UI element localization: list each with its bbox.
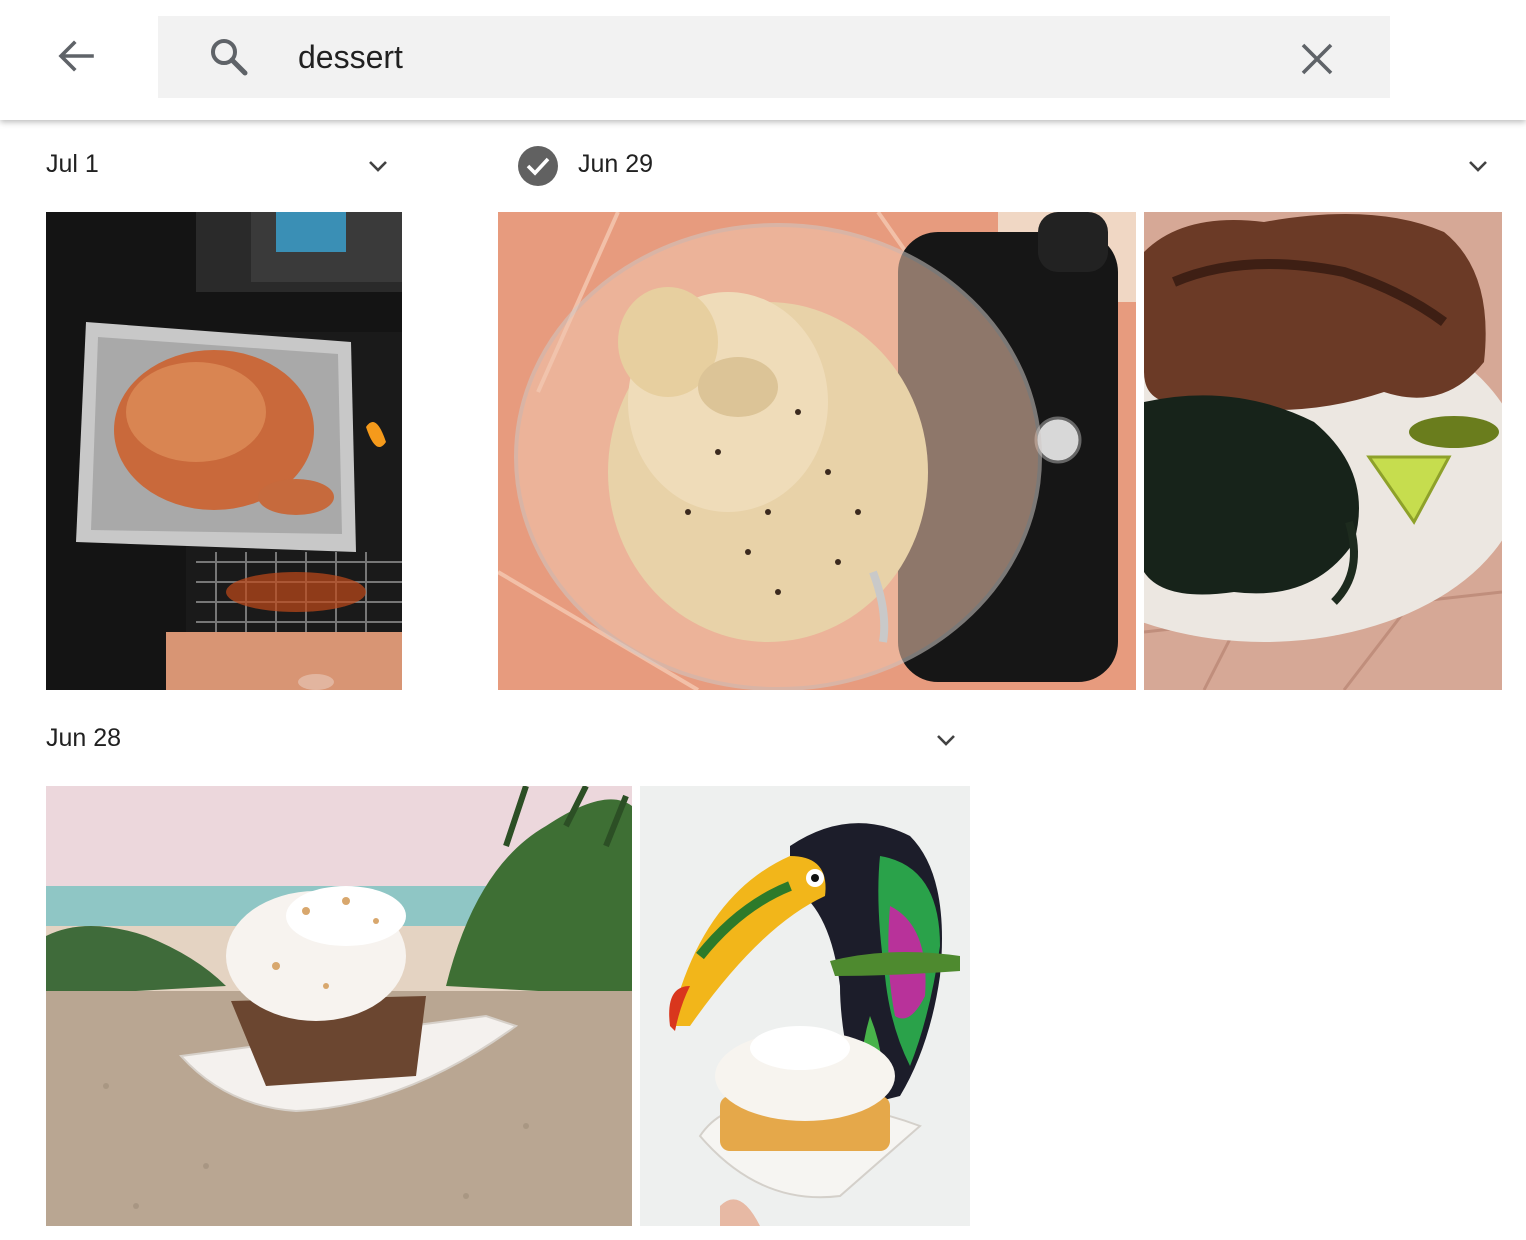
date-header-jun-29: Jun 29 — [578, 150, 654, 178]
close-icon — [1301, 43, 1333, 75]
clear-search-button[interactable] — [1296, 38, 1338, 80]
search-input[interactable] — [298, 30, 1248, 84]
chevron-down-icon[interactable] — [1466, 154, 1490, 178]
back-button[interactable] — [44, 24, 108, 88]
chevron-down-icon[interactable] — [366, 154, 390, 178]
search-box[interactable] — [158, 16, 1390, 98]
date-header-jun-28: Jun 28 — [46, 724, 122, 752]
arrow-back-icon — [58, 40, 94, 72]
check-circle-icon[interactable] — [517, 145, 559, 187]
app-bar — [0, 0, 1526, 120]
chevron-down-icon[interactable] — [934, 728, 958, 752]
photo-thumbnail[interactable] — [640, 786, 970, 1226]
search-icon — [211, 39, 248, 76]
photo-thumbnail[interactable] — [498, 212, 1136, 690]
date-header-jul-1: Jul 1 — [46, 150, 99, 178]
photo-thumbnail[interactable] — [1144, 212, 1502, 690]
photo-thumbnail[interactable] — [46, 786, 632, 1226]
photo-thumbnail[interactable] — [46, 212, 402, 690]
